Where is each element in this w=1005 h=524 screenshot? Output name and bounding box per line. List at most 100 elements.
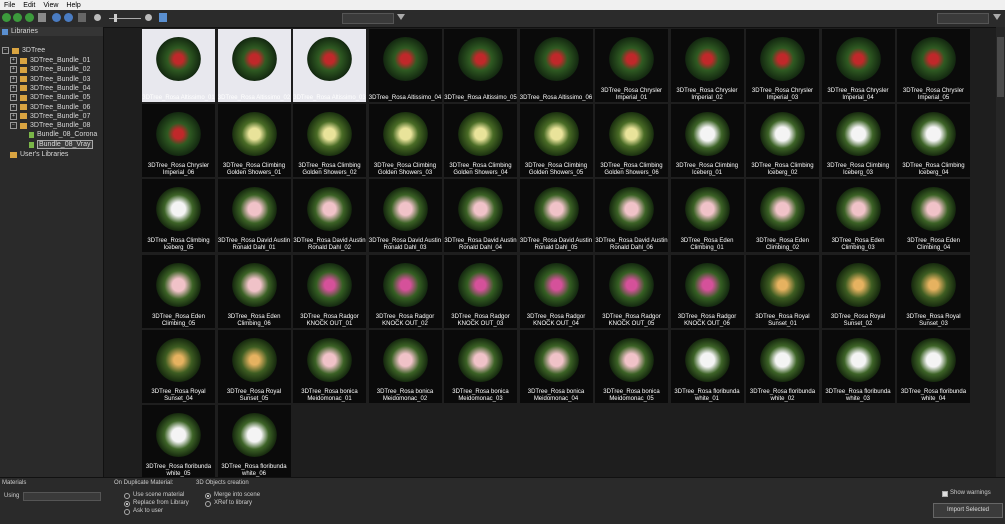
asset-thumbnail[interactable]: 3DTree_Rosa Chrysler Imperial_03 [746,29,819,102]
tree-item-vray[interactable]: Bundle_08_Vray [29,140,93,149]
show-warnings-checkbox[interactable] [942,491,948,497]
settings-icon[interactable] [159,13,167,22]
asset-thumbnail[interactable]: 3DTree_Rosa floribunda white_03 [821,329,895,403]
asset-thumbnail[interactable]: 3DTree_Rosa Altissimo_02 [217,29,291,102]
asset-thumbnail[interactable]: 3DTree_Rosa Eden Climbing_01 [670,179,744,253]
asset-thumbnail[interactable]: 3DTree_Rosa Royal Sunset_03 [897,254,970,328]
tree-item-bundle[interactable]: +3DTree_Bundle_02 [10,65,90,74]
expand-icon[interactable]: − [10,122,17,130]
asset-thumbnail[interactable]: 3DTree_Rosa Chrysler Imperial_05 [897,29,970,102]
asset-thumbnail[interactable]: 3DTree_Rosa Eden Climbing_04 [897,179,970,253]
tree-item-corona[interactable]: Bundle_08_Corona [29,130,97,139]
forward-icon[interactable] [13,13,22,22]
asset-thumbnail[interactable]: 3DTree_Rosa Climbing Iceberg_02 [746,104,819,178]
vertical-scrollbar[interactable] [996,27,1005,477]
menu-file[interactable]: File [0,2,19,9]
expand-icon[interactable]: + [10,84,17,92]
asset-thumbnail[interactable]: 3DTree_Rosa Royal Sunset_01 [746,254,819,328]
home-icon[interactable] [38,13,46,22]
asset-thumbnail[interactable]: 3DTree_Rosa Radgor KNOCK OUT_02 [368,254,442,328]
asset-thumbnail[interactable]: 3DTree_Rosa floribunda white_05 [142,405,215,478]
asset-thumbnail[interactable]: 3DTree_Rosa Radgor KNOCK OUT_01 [293,254,366,328]
slider-handle[interactable] [114,14,117,22]
asset-thumbnail[interactable]: 3DTree_Rosa Eden Climbing_06 [217,254,291,328]
menu-edit[interactable]: Edit [19,2,39,9]
asset-thumbnail[interactable]: 3DTree_Rosa Royal Sunset_02 [821,254,895,328]
asset-thumbnail[interactable]: 3DTree_Rosa David Austin Ronald Dahl_01 [217,179,291,253]
asset-thumbnail[interactable]: 3DTree_Rosa Radgor KNOCK OUT_06 [670,254,744,328]
asset-thumbnail[interactable]: 3DTree_Rosa Climbing Golden Showers_03 [368,104,442,178]
scrollbar-thumb[interactable] [997,37,1004,97]
asset-thumbnail[interactable]: 3DTree_Rosa Chrysler Imperial_06 [142,104,215,178]
expand-icon[interactable]: + [10,57,17,64]
back-icon[interactable] [2,13,11,22]
radio-merge[interactable] [205,493,211,499]
zoom-out-icon[interactable] [94,14,101,21]
asset-thumbnail[interactable]: 3DTree_Rosa David Austin Ronald Dahl_03 [368,179,442,253]
asset-thumbnail[interactable]: 3DTree_Rosa bonica Meidomonac_02 [368,329,442,403]
tree-item-user-libraries[interactable]: User's Libraries [10,150,68,159]
asset-thumbnail[interactable]: 3DTree_Rosa Climbing Golden Showers_04 [444,104,517,178]
tree-item-bundle[interactable]: +3DTree_Bundle_06 [10,103,90,112]
expand-icon[interactable]: + [10,112,17,120]
asset-thumbnail[interactable]: 3DTree_Rosa floribunda white_02 [746,329,819,403]
asset-thumbnail[interactable]: 3DTree_Rosa Radgor KNOCK OUT_04 [519,254,593,328]
zoom-in-icon[interactable] [145,14,152,21]
menu-help[interactable]: Help [62,2,84,9]
radio-xref[interactable] [205,501,211,507]
expand-icon[interactable]: + [10,66,17,74]
asset-thumbnail[interactable]: 3DTree_Rosa Royal Sunset_05 [217,329,291,403]
asset-thumbnail[interactable]: 3DTree_Rosa Altissimo_06 [519,29,593,102]
asset-thumbnail[interactable]: 3DTree_Rosa David Austin Ronald Dahl_02 [293,179,366,253]
asset-thumbnail[interactable]: 3DTree_Rosa Eden Climbing_03 [821,179,895,253]
collapse-icon[interactable]: − [2,47,9,54]
asset-thumbnail[interactable]: 3DTree_Rosa Eden Climbing_02 [746,179,819,253]
asset-thumbnail[interactable]: 3DTree_Rosa bonica Meidomonac_05 [595,329,668,403]
asset-thumbnail[interactable]: 3DTree_Rosa Climbing Iceberg_05 [142,179,215,253]
asset-thumbnail[interactable]: 3DTree_Rosa Altissimo_05 [444,29,517,102]
asset-thumbnail[interactable]: 3DTree_Rosa bonica Meidomonac_04 [519,329,593,403]
tree-item-bundle[interactable]: +3DTree_Bundle_04 [10,84,90,93]
asset-thumbnail[interactable]: 3DTree_Rosa David Austin Ronald Dahl_04 [444,179,517,253]
asset-thumbnail[interactable]: 3DTree_Rosa bonica Meidomonac_01 [293,329,366,403]
tree-item-root[interactable]: − 3DTree [2,46,45,55]
tree-item-bundle[interactable]: +3DTree_Bundle_01 [10,56,90,65]
view-mode-icon[interactable] [78,13,86,22]
asset-thumbnail[interactable]: 3DTree_Rosa Radgor KNOCK OUT_03 [444,254,517,328]
radio-ask[interactable] [124,509,130,515]
asset-thumbnail[interactable]: 3DTree_Rosa Eden Climbing_05 [142,254,215,328]
asset-thumbnail[interactable]: 3DTree_Rosa Chrysler Imperial_01 [595,29,668,102]
asset-thumbnail[interactable]: 3DTree_Rosa Climbing Iceberg_01 [670,104,744,178]
expand-icon[interactable]: + [10,75,17,83]
radio-replace[interactable] [124,501,130,507]
asset-thumbnail[interactable]: 3DTree_Rosa Climbing Golden Showers_05 [519,104,593,178]
asset-thumbnail[interactable]: 3DTree_Rosa Altissimo_04 [368,29,442,102]
asset-thumbnail[interactable]: 3DTree_Rosa Climbing Golden Showers_02 [293,104,366,178]
expand-icon[interactable]: + [10,103,17,111]
asset-thumbnail[interactable]: 3DTree_Rosa David Austin Ronald Dahl_06 [595,179,668,253]
asset-thumbnail[interactable]: 3DTree_Rosa Chrysler Imperial_04 [821,29,895,102]
asset-thumbnail[interactable]: 3DTree_Rosa floribunda white_01 [670,329,744,403]
search-input-right[interactable] [937,13,989,24]
menu-view[interactable]: View [39,2,62,9]
asset-thumbnail[interactable]: 3DTree_Rosa Climbing Golden Showers_01 [217,104,291,178]
asset-thumbnail[interactable]: 3DTree_Rosa bonica Meidomonac_03 [444,329,517,403]
tree-item-bundle[interactable]: +3DTree_Bundle_07 [10,112,90,121]
asset-thumbnail[interactable]: 3DTree_Rosa Climbing Iceberg_04 [897,104,970,178]
info-icon[interactable] [64,13,73,22]
up-icon[interactable] [25,13,34,22]
asset-thumbnail[interactable]: 3DTree_Rosa Altissimo_01 [142,29,215,102]
filter-icon-right[interactable] [993,14,1001,20]
filter-icon[interactable] [397,14,405,20]
asset-thumbnail[interactable]: 3DTree_Rosa floribunda white_06 [217,405,291,478]
refresh-icon[interactable] [52,13,61,22]
tree-item-bundle[interactable]: −3DTree_Bundle_08 [10,121,90,130]
tree-item-bundle[interactable]: +3DTree_Bundle_03 [10,75,90,84]
expand-icon[interactable]: + [10,94,17,102]
tree-item-bundle[interactable]: +3DTree_Bundle_05 [10,93,90,102]
asset-thumbnail[interactable]: 3DTree_Rosa Climbing Golden Showers_06 [595,104,668,178]
radio-use-scene[interactable] [124,493,130,499]
asset-thumbnail[interactable]: 3DTree_Rosa David Austin Ronald Dahl_05 [519,179,593,253]
search-input[interactable] [342,13,394,24]
asset-thumbnail[interactable]: 3DTree_Rosa Chrysler Imperial_02 [670,29,744,102]
